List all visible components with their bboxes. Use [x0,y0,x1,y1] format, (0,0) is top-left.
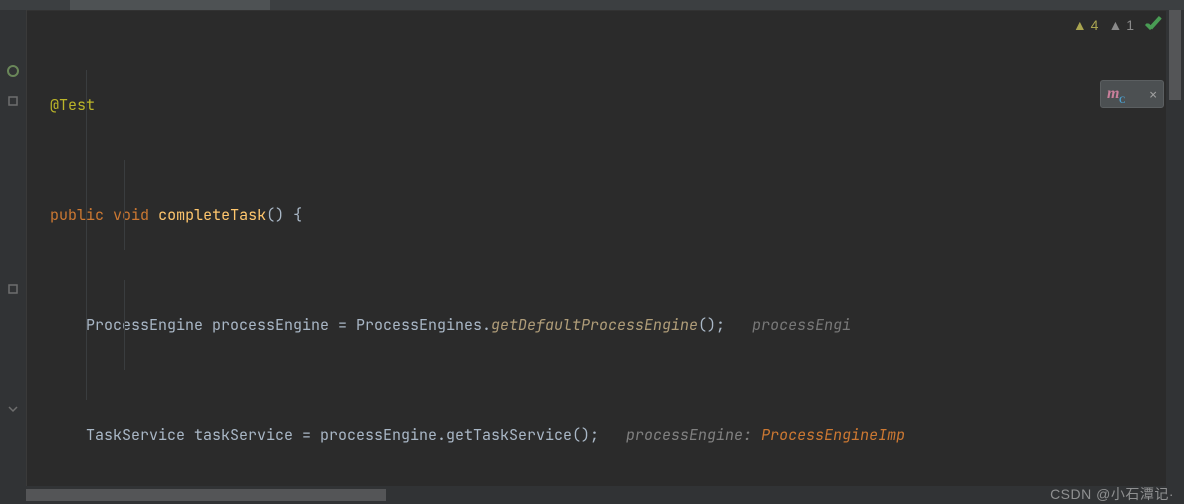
collapse-icon[interactable] [6,402,20,416]
keyword: void [113,205,149,225]
inlay-hint: processEngine: [626,425,761,445]
weak-warning-count: 1 [1126,17,1134,33]
gutter-icon[interactable] [6,94,20,108]
static-call: getDefaultProcessEngine [491,315,698,335]
code-text: ProcessEngine processEngine = ProcessEng… [86,315,491,335]
indent-guide [86,70,87,400]
keyword: public [50,205,104,225]
tool-icon: mC [1107,85,1119,103]
code-text: (); [698,315,725,335]
method-marker-icon[interactable] [6,64,20,78]
floating-tool[interactable]: mC ✕ [1100,80,1164,108]
code-text: TaskService taskService = processEngine.… [86,425,599,445]
editor-root: @Test public void completeTask() { Proce… [0,0,1184,504]
inlay-hint-type: ProcessEngineImp [761,425,905,445]
method-name: completeTask [158,205,266,225]
gutter [0,10,27,504]
scrollbar-thumb[interactable] [26,489,386,501]
indent-guide [124,160,125,250]
scrollbar-thumb[interactable] [1169,10,1181,100]
active-tab[interactable] [70,0,270,10]
inspection-bar[interactable]: ▲ 4 ▲ 1 [1073,14,1162,35]
code-text: () { [266,205,302,225]
horizontal-scrollbar[interactable] [0,486,1184,504]
vertical-scrollbar[interactable] [1166,10,1184,486]
close-icon[interactable]: ✕ [1149,86,1157,103]
warning-icon[interactable]: ▲ 4 [1073,17,1099,33]
code-line[interactable]: public void completeTask() { [26,200,1166,230]
inlay-hint: processEngi [752,315,851,335]
annotation: @Test [50,95,95,115]
gutter-icon[interactable] [6,282,20,296]
warning-count: 4 [1091,17,1099,33]
weak-warning-icon[interactable]: ▲ 1 [1108,17,1134,33]
inspection-ok-icon[interactable] [1144,14,1162,35]
indent-guide [124,280,125,370]
code-line[interactable]: TaskService taskService = processEngine.… [26,420,1166,450]
code-line[interactable]: @Test [26,90,1166,120]
code-area[interactable]: @Test public void completeTask() { Proce… [26,10,1166,486]
code-line[interactable]: ProcessEngine processEngine = ProcessEng… [26,310,1166,340]
